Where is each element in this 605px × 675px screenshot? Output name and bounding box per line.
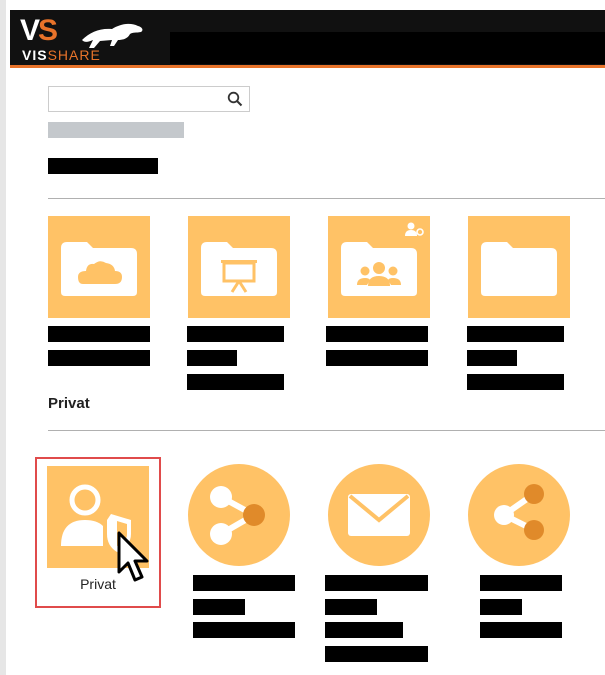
divider-privat [48,430,605,431]
redacted-label [187,374,284,390]
redacted-heading [48,158,158,174]
mouse-pointer-icon [117,531,149,582]
left-edge [0,0,6,675]
breadcrumb-placeholder [48,122,184,138]
folder-tile-plain[interactable] [468,216,570,318]
redacted-label [326,350,428,366]
private-tile-share[interactable] [188,464,290,566]
redacted-label [480,599,522,615]
app-header: VS VISSHARE [10,10,605,68]
folder-tile-presentation[interactable] [188,216,290,318]
redacted-label [187,326,284,342]
redacted-label [193,622,295,638]
search-input[interactable] [49,87,224,111]
share-icon [494,484,544,540]
cloud-folder-icon [61,242,137,296]
group-folder-icon [341,242,417,296]
redacted-label [187,350,237,366]
folder-tile-group[interactable] [328,216,430,318]
logo-mark: VS [20,14,58,47]
redacted-label [326,326,428,342]
visshare-logo[interactable]: VS VISSHARE [18,14,148,64]
redacted-label [480,622,562,638]
search-icon[interactable] [227,91,243,107]
private-tile-share-2[interactable] [468,464,570,566]
redacted-label [467,374,564,390]
private-tile-mail[interactable] [328,464,430,566]
redacted-label [325,575,428,591]
search-field[interactable] [48,86,250,112]
header-redacted-nav [170,32,605,64]
redacted-label [325,622,403,638]
redacted-label [325,646,428,662]
section-title-privat: Privat [48,395,90,412]
logo-wordmark: VISSHARE [22,47,101,63]
shared-users-icon [405,222,424,236]
presentation-folder-icon [201,242,277,296]
redacted-label [48,326,150,342]
folder-icon [481,242,557,296]
redacted-label [193,599,245,615]
redacted-label [48,350,150,366]
divider-top [48,198,605,199]
redacted-label [480,575,562,591]
redacted-label [193,575,295,591]
redacted-label [467,350,517,366]
mail-icon [348,494,410,536]
folder-tile-cloud[interactable] [48,216,150,318]
redacted-label [325,599,377,615]
redacted-label [467,326,564,342]
share-icon [210,486,265,545]
